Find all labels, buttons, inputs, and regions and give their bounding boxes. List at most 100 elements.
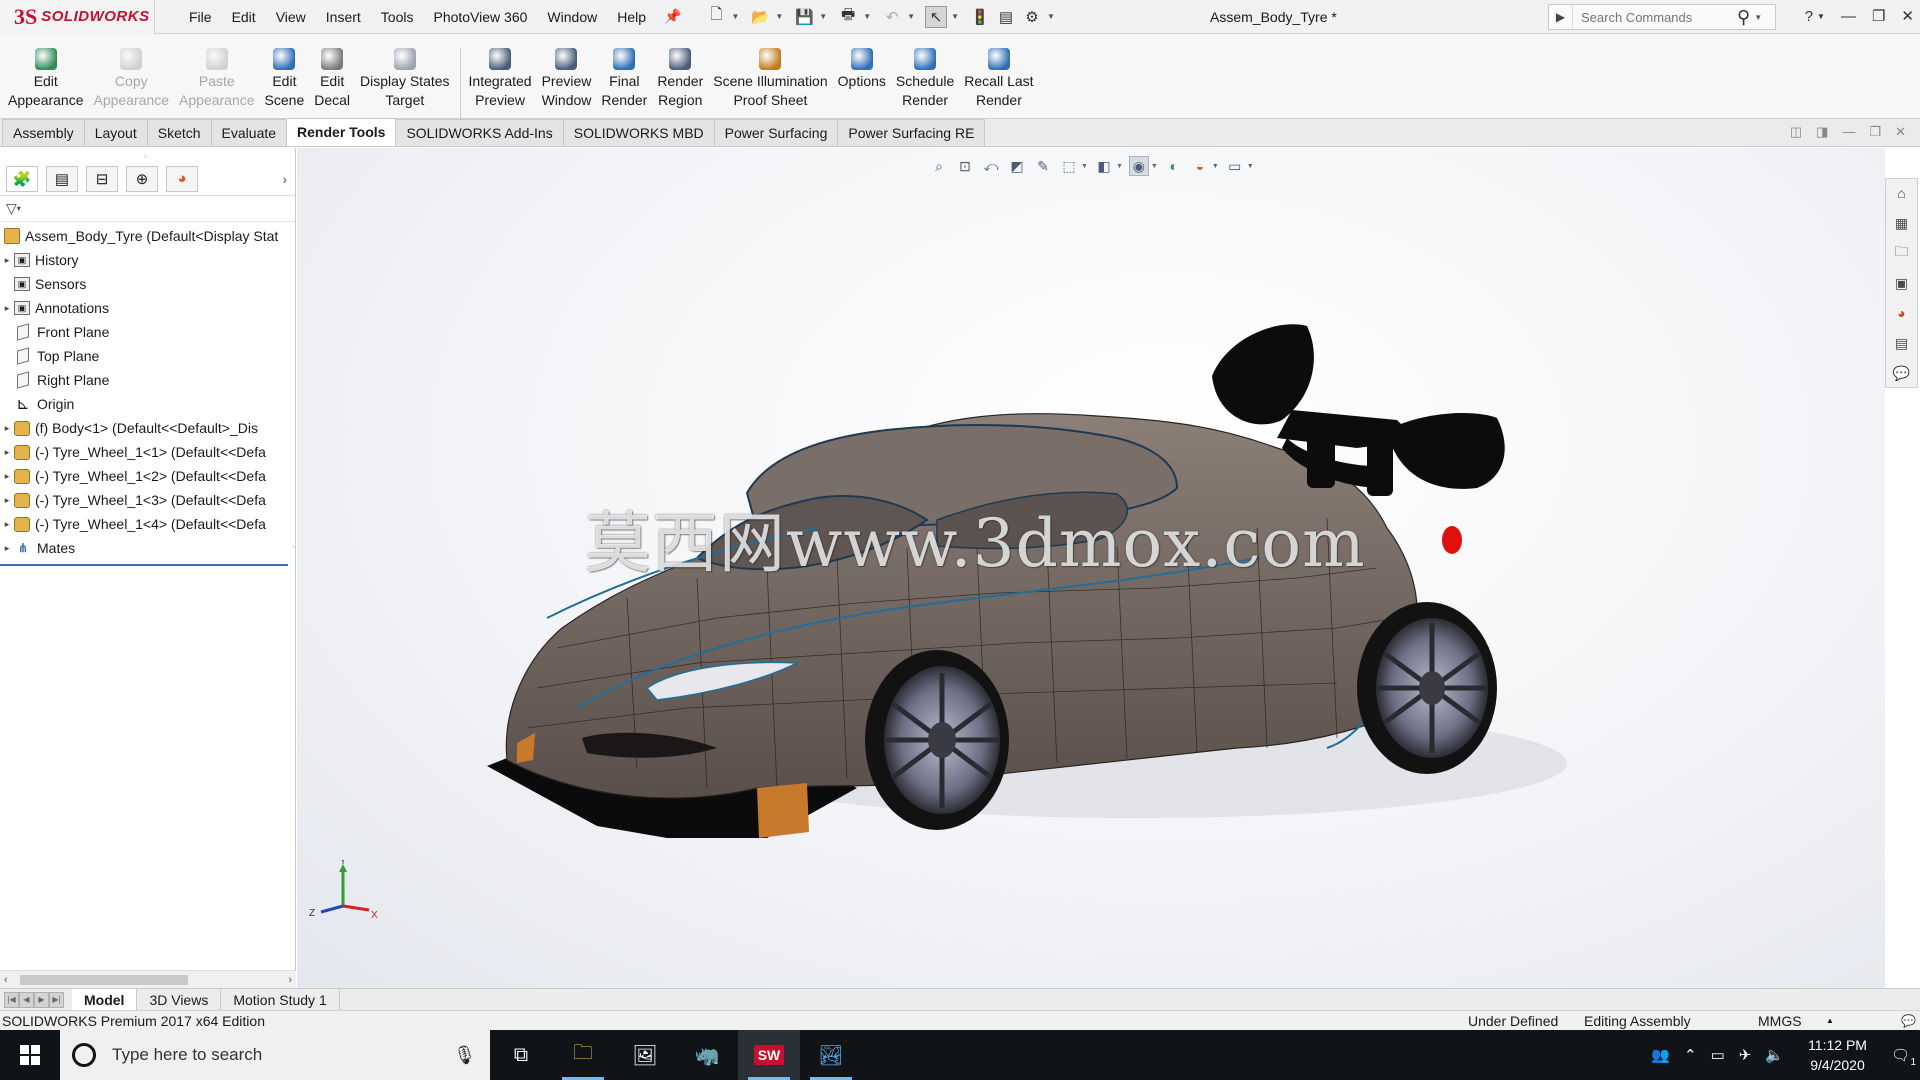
scene-illumination-button[interactable]: Scene Illumination Proof Sheet — [709, 48, 831, 118]
menu-photoview-360[interactable]: PhotoView 360 — [423, 0, 537, 34]
doc-restore-icon[interactable]: ❐ — [1869, 124, 1881, 140]
network-icon[interactable]: ✈ — [1739, 1046, 1752, 1064]
tree-item-tyre-wheel-1-2-default-defa[interactable]: ▸ (-) Tyre_Wheel_1<2> (Default<<Defa — [0, 464, 295, 488]
tooltip-toggle-icon[interactable]: 💬 — [1901, 1011, 1916, 1031]
recall-last-render-button[interactable]: Recall Last Render — [960, 48, 1037, 118]
expand-arrow-icon[interactable]: ▸ — [0, 447, 14, 458]
rhino-taskbar-icon[interactable]: 🦏 — [676, 1030, 738, 1080]
expand-arrow-icon[interactable]: ▸ — [0, 519, 14, 530]
tree-item-front-plane[interactable]: Front Plane — [0, 320, 295, 344]
forum-icon[interactable]: 💬 — [1892, 363, 1912, 383]
traffic-light-icon[interactable]: 🚦 — [969, 6, 991, 28]
tree-item-right-plane[interactable]: Right Plane — [0, 368, 295, 392]
tab-evaluate[interactable]: Evaluate — [210, 119, 288, 146]
select-dropdown-icon[interactable]: ▼ — [951, 12, 959, 21]
task-view-icon[interactable]: ⧉ — [490, 1030, 552, 1080]
tree-item-tyre-wheel-1-1-default-defa[interactable]: ▸ (-) Tyre_Wheel_1<1> (Default<<Defa — [0, 440, 295, 464]
tab-solidworks-mbd[interactable]: SOLIDWORKS MBD — [562, 119, 715, 146]
tree-item-sensors[interactable]: ▣ Sensors — [0, 272, 295, 296]
doc-close-icon[interactable]: ✕ — [1895, 124, 1906, 140]
filter-dropdown-icon[interactable]: ▾ — [17, 204, 21, 213]
microphone-icon[interactable]: 🎙 — [453, 1045, 476, 1066]
battery-icon[interactable]: ▭ — [1711, 1046, 1725, 1064]
expand-arrow-icon[interactable]: ▸ — [0, 471, 14, 482]
custom-properties-icon[interactable]: ▤ — [1892, 333, 1912, 353]
menu-tools[interactable]: Tools — [371, 0, 424, 34]
save-icon[interactable]: 💾 — [793, 6, 815, 28]
start-button[interactable] — [0, 1030, 60, 1080]
unit-system[interactable]: MMGS — [1758, 1011, 1802, 1031]
file-properties-icon[interactable]: ▤ — [995, 6, 1017, 28]
tree-filter[interactable]: ▽ ▾ — [0, 196, 295, 222]
tree-root-assembly[interactable]: Assem_Body_Tyre (Default<Display Stat — [0, 224, 295, 248]
more-tabs-chevron-icon[interactable]: › — [282, 171, 287, 187]
next-tab-icon[interactable]: ▶ — [34, 991, 49, 1008]
tree-item-mates[interactable]: ▸ ⋔ Mates — [0, 536, 295, 560]
options-gear-icon[interactable]: ⚙ — [1021, 6, 1043, 28]
tree-item-tyre-wheel-1-3-default-defa[interactable]: ▸ (-) Tyre_Wheel_1<3> (Default<<Defa — [0, 488, 295, 512]
solidworks-logo[interactable]: 3S SOLIDWORKS — [0, 0, 155, 34]
dimxpert-manager-tab-icon[interactable]: ⊕ — [126, 165, 158, 192]
final-render-button[interactable]: Final Render — [597, 48, 651, 118]
configuration-manager-tab-icon[interactable]: ⊟ — [86, 165, 118, 192]
notifications-icon[interactable]: 🗨 1 — [1891, 1046, 1916, 1068]
new-dropdown-icon[interactable]: ▼ — [731, 12, 739, 21]
menu-help[interactable]: Help — [607, 0, 656, 34]
tree-splitter-handle[interactable]: ◦ — [292, 542, 295, 551]
tree-item-tyre-wheel-1-4-default-defa[interactable]: ▸ (-) Tyre_Wheel_1<4> (Default<<Defa — [0, 512, 295, 536]
prev-tab-icon[interactable]: ◀ — [19, 991, 34, 1008]
tree-item-top-plane[interactable]: Top Plane — [0, 344, 295, 368]
edit-appearance-button[interactable]: Edit Appearance — [4, 48, 88, 118]
options-button[interactable]: Options — [834, 48, 890, 118]
menu-window[interactable]: Window — [537, 0, 607, 34]
file-explorer-taskbar-icon[interactable]: 🗀 — [552, 1030, 614, 1080]
edit-scene-button[interactable]: Edit Scene — [261, 48, 309, 118]
search-commands-box[interactable]: ▶ ⚲ ▼ — [1548, 4, 1776, 30]
tree-item-origin[interactable]: ⊾ Origin — [0, 392, 295, 416]
horizontal-scrollbar[interactable]: ‹ › — [0, 970, 296, 988]
expand-arrow-icon[interactable]: ▸ — [0, 495, 14, 506]
bottom-tab-3d-views[interactable]: 3D Views — [137, 988, 222, 1011]
pin-menu-icon[interactable]: 📌 — [664, 8, 681, 25]
last-tab-icon[interactable]: ▶| — [49, 991, 64, 1008]
taskbar-clock[interactable]: 11:12 PM 9/4/2020 — [1808, 1035, 1867, 1075]
paste-appearance-button[interactable]: Paste Appearance — [175, 48, 259, 118]
tab-power-surfacing[interactable]: Power Surfacing — [713, 119, 839, 146]
help-dropdown-icon[interactable]: ▼ — [1817, 0, 1825, 34]
expand-arrow-icon[interactable]: ▸ — [0, 423, 14, 434]
select-pointer-icon[interactable]: ↖ — [925, 5, 948, 28]
photo-app-taskbar-icon[interactable]: 🖼 — [614, 1030, 676, 1080]
tile-right-icon[interactable]: ◨ — [1816, 124, 1828, 140]
property-manager-tab-icon[interactable]: ▤ — [46, 165, 78, 192]
people-icon[interactable]: 👥 — [1651, 1046, 1670, 1064]
taskbar-search[interactable]: Type here to search 🎙 — [60, 1030, 490, 1080]
render-region-button[interactable]: Render Region — [653, 48, 707, 118]
solidworks-resources-icon[interactable]: ⌂ — [1892, 183, 1912, 203]
schedule-render-button[interactable]: Schedule Render — [892, 48, 958, 118]
search-icon[interactable]: ⚲ — [1737, 7, 1750, 28]
new-document-icon[interactable]: 🗋 — [705, 6, 727, 28]
tab-assembly[interactable]: Assembly — [2, 119, 85, 146]
open-dropdown-icon[interactable]: ▼ — [775, 12, 783, 21]
expand-arrow-icon[interactable]: ▸ — [0, 543, 14, 554]
scroll-left-icon[interactable]: ‹ — [4, 974, 8, 986]
expand-arrow-icon[interactable]: ▸ — [0, 255, 14, 266]
pane-splitter-handle[interactable]: ◦ — [144, 152, 147, 161]
graphics-area[interactable]: ⌕ ⊡ ⤺ ◩ ✎ ⬚ ▼ ◧ ▼ ◉ ▼ ◐ ◒ ▼ ▭ ▼ 莫西网www.3… — [297, 148, 1885, 988]
show-hidden-icons-chevron-icon[interactable]: ⌃ — [1684, 1046, 1697, 1064]
photos-taskbar-icon[interactable]: 🏞 — [800, 1030, 862, 1080]
rollback-bar[interactable] — [0, 564, 288, 566]
solidworks-taskbar-icon[interactable]: SW — [738, 1030, 800, 1080]
unit-system-dropdown-icon[interactable]: ▲ — [1826, 1011, 1834, 1031]
print-dropdown-icon[interactable]: ▼ — [863, 12, 871, 21]
volume-icon[interactable]: 🔈 — [1765, 1046, 1784, 1064]
integrated-preview-button[interactable]: Integrated Preview — [465, 48, 536, 118]
appearances-scenes-icon[interactable]: ◕ — [1892, 303, 1912, 323]
tab-sketch[interactable]: Sketch — [146, 119, 212, 146]
preview-window-button[interactable]: Preview Window — [538, 48, 596, 118]
tree-item-annotations[interactable]: ▸ ▣ Annotations — [0, 296, 295, 320]
view-palette-icon[interactable]: ▣ — [1892, 273, 1912, 293]
menu-view[interactable]: View — [266, 0, 316, 34]
undo-dropdown-icon[interactable]: ▼ — [907, 12, 915, 21]
edit-decal-button[interactable]: Edit Decal — [310, 48, 354, 118]
